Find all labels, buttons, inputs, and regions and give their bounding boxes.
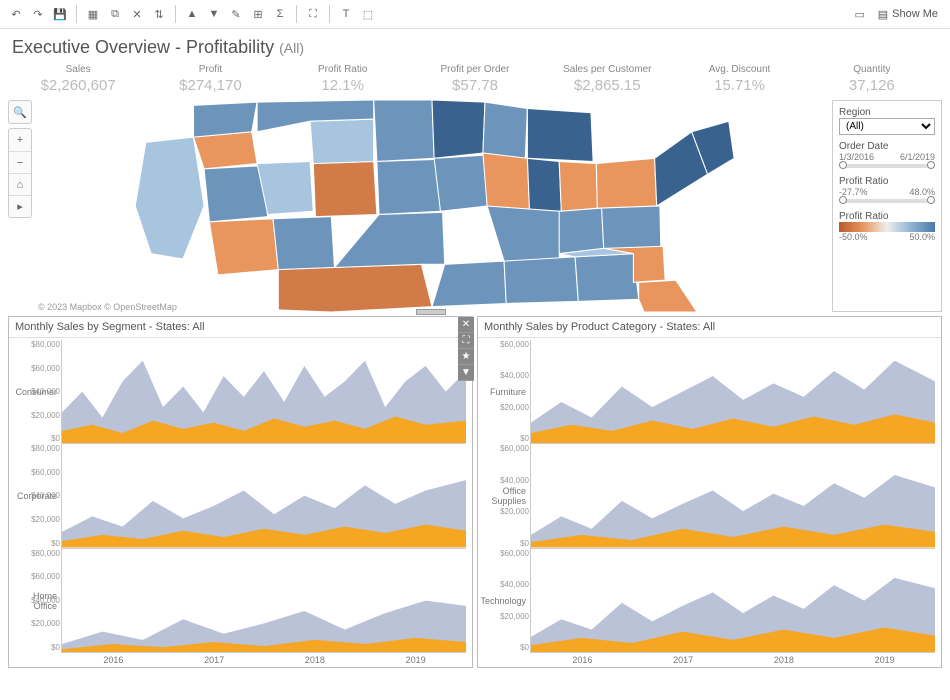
page-title: Executive Overview - Profitability (All) [12, 37, 304, 57]
map-view[interactable]: © 2023 Mapbox © OpenStreetMap [38, 100, 826, 312]
fit-icon[interactable]: ⛶ [303, 4, 323, 24]
text-icon[interactable]: T [336, 4, 356, 24]
map-zoom-out-icon[interactable]: − [9, 151, 31, 173]
map-select-icon[interactable]: ▸ [9, 195, 31, 217]
category-chart-body[interactable]: Furniture $60,000$40,000$20,000$0 Office… [478, 338, 941, 667]
save-icon[interactable]: 💾 [50, 4, 70, 24]
kpi-avg-discount[interactable]: Avg. Discount15.71% [673, 64, 805, 94]
title-row: Executive Overview - Profitability (All) [0, 29, 950, 62]
highlight-icon[interactable]: ✎ [226, 4, 246, 24]
segment-chart-body[interactable]: Consumer $80,000$60,000$40,000$20,000$0 … [9, 338, 472, 667]
presentation-icon[interactable]: ▭ [850, 4, 870, 24]
kpi-quantity[interactable]: Quantity37,126 [806, 64, 938, 94]
panel-maximize-icon[interactable]: ⛶ [458, 333, 474, 349]
showme-icon: ▤ [878, 8, 888, 21]
clear-icon[interactable]: ✕ [127, 4, 147, 24]
swap-icon[interactable]: ⇅ [149, 4, 169, 24]
sort-asc-icon[interactable]: ▲ [182, 4, 202, 24]
sort-desc-icon[interactable]: ▼ [204, 4, 224, 24]
kpi-profit-ratio[interactable]: Profit Ratio12.1% [277, 64, 409, 94]
map-attribution: © 2023 Mapbox © OpenStreetMap [38, 302, 177, 312]
undo-icon[interactable]: ↶ [6, 4, 26, 24]
profitratio-slider[interactable] [839, 199, 935, 203]
duplicate-icon[interactable]: ⧉ [105, 4, 125, 24]
show-me-button[interactable]: ▤ Show Me [872, 6, 944, 23]
showme-label: Show Me [892, 8, 938, 20]
map-controls: 🔍 + − ⌂ ▸ [8, 100, 32, 312]
category-chart-panel: Monthly Sales by Product Category - Stat… [477, 316, 942, 668]
segment-chart-panel: ✕ ⛶ ★ ▼ Monthly Sales by Segment - State… [8, 316, 473, 668]
kpi-profit-per-order[interactable]: Profit per Order$57.78 [409, 64, 541, 94]
region-label: Region [839, 107, 935, 118]
kpi-row: Sales$2,260,607 Profit$274,170 Profit Ra… [0, 62, 950, 100]
panel-keep-icon[interactable]: ★ [458, 349, 474, 365]
kpi-sales-per-customer[interactable]: Sales per Customer$2,865.15 [541, 64, 673, 94]
pane-resize-handle[interactable] [416, 309, 446, 315]
totals-icon[interactable]: Σ [270, 4, 290, 24]
legend-gradient [839, 222, 935, 232]
panel-filter-icon[interactable]: ▼ [458, 365, 474, 381]
map-home-icon[interactable]: ⌂ [9, 173, 31, 195]
legend-label: Profit Ratio [839, 211, 935, 222]
us-map-svg [38, 100, 826, 312]
layout-icon[interactable]: ⬚ [358, 4, 378, 24]
panel-toolbar: ✕ ⛶ ★ ▼ [458, 317, 474, 381]
map-zoom-in-icon[interactable]: + [9, 129, 31, 151]
orderdate-slider[interactable] [839, 164, 935, 168]
kpi-sales[interactable]: Sales$2,260,607 [12, 64, 144, 94]
category-chart-title: Monthly Sales by Product Category - Stat… [478, 317, 941, 338]
redo-icon[interactable]: ↷ [28, 4, 48, 24]
profitratio-label: Profit Ratio [839, 176, 935, 187]
toolbar: ↶ ↷ 💾 ▦ ⧉ ✕ ⇅ ▲ ▼ ✎ ⊞ Σ ⛶ T ⬚ ▭ ▤ Show M… [0, 0, 950, 29]
map-search-icon[interactable]: 🔍 [9, 101, 31, 123]
group-icon[interactable]: ⊞ [248, 4, 268, 24]
kpi-profit[interactable]: Profit$274,170 [144, 64, 276, 94]
segment-chart-title: Monthly Sales by Segment - States: All [9, 317, 472, 338]
panel-close-icon[interactable]: ✕ [458, 317, 474, 333]
orderdate-label: Order Date [839, 141, 935, 152]
new-worksheet-icon[interactable]: ▦ [83, 4, 103, 24]
filters-panel: Region (All) Order Date 1/3/20166/1/2019… [832, 100, 942, 312]
region-select[interactable]: (All) [839, 118, 935, 135]
